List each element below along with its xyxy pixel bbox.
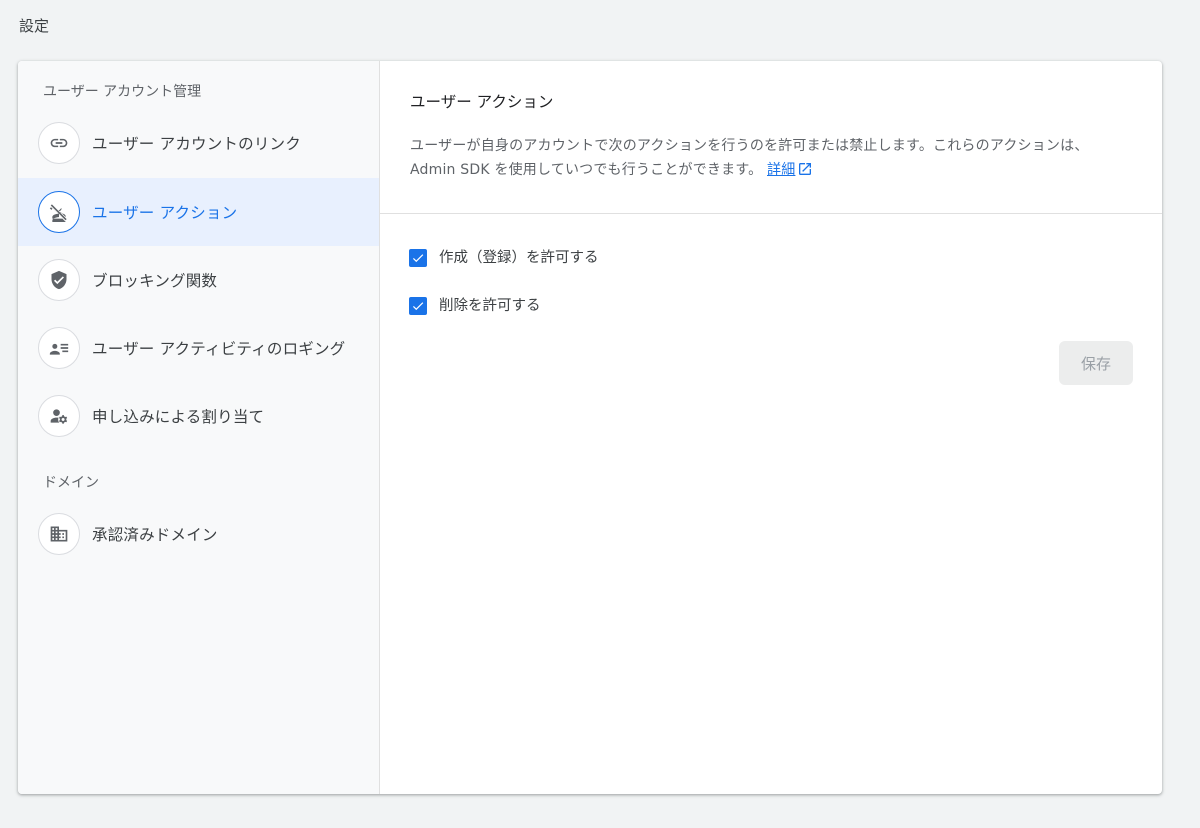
sidebar: ユーザー アカウント管理 ユーザー アカウントのリンク ユーザー アクション ブ… [18, 61, 380, 794]
allow-create-label: 作成（登録）を許可する [439, 250, 599, 266]
main-panel: ユーザー アクション ユーザーが自身のアカウントで次のアクションを行うのを許可ま… [380, 61, 1162, 794]
section-header-account-management: ユーザー アカウント管理 [43, 84, 202, 100]
page-title: 設定 [19, 17, 50, 35]
allow-delete-checkbox-row[interactable]: 削除を許可する [409, 296, 541, 316]
sidebar-item-account-linking[interactable]: ユーザー アカウントのリンク [18, 109, 379, 177]
person-off-icon [38, 191, 80, 233]
allow-delete-checkbox[interactable] [409, 297, 427, 315]
shield-check-icon [38, 259, 80, 301]
sidebar-item-signup-provisioning[interactable]: 申し込みによる割り当て [18, 382, 379, 450]
person-gear-icon [38, 395, 80, 437]
sidebar-item-label: ブロッキング関数 [92, 272, 218, 290]
save-button[interactable]: 保存 [1059, 341, 1133, 385]
panel-title: ユーザー アクション [410, 93, 554, 111]
sidebar-item-label: ユーザー アクション [92, 204, 238, 222]
allow-delete-label: 削除を許可する [439, 298, 541, 314]
person-list-icon [38, 327, 80, 369]
allow-create-checkbox-row[interactable]: 作成（登録）を許可する [409, 248, 599, 268]
sidebar-item-label: ユーザー アカウントのリンク [92, 135, 301, 153]
divider [380, 213, 1162, 214]
allow-create-checkbox[interactable] [409, 249, 427, 267]
open-in-new-icon [797, 161, 813, 177]
learn-more-link[interactable]: 詳細 [767, 162, 813, 178]
link-icon [38, 122, 80, 164]
check-icon [412, 302, 424, 311]
sidebar-item-authorized-domains[interactable]: 承認済みドメイン [18, 500, 379, 568]
section-header-domains: ドメイン [43, 475, 99, 491]
sidebar-item-label: 承認済みドメイン [92, 526, 218, 544]
check-icon [412, 254, 424, 263]
settings-card: ユーザー アカウント管理 ユーザー アカウントのリンク ユーザー アクション ブ… [18, 61, 1162, 794]
sidebar-item-label: ユーザー アクティビティのロギング [92, 340, 346, 358]
sidebar-item-label: 申し込みによる割り当て [92, 408, 265, 426]
building-icon [38, 513, 80, 555]
panel-description: ユーザーが自身のアカウントで次のアクションを行うのを許可または禁止します。これら… [410, 134, 1130, 182]
sidebar-item-blocking-functions[interactable]: ブロッキング関数 [18, 246, 379, 314]
sidebar-item-user-actions[interactable]: ユーザー アクション [18, 178, 379, 246]
sidebar-item-user-activity-logging[interactable]: ユーザー アクティビティのロギング [18, 314, 379, 382]
description-text: ユーザーが自身のアカウントで次のアクションを行うのを許可または禁止します。これら… [410, 138, 1089, 178]
